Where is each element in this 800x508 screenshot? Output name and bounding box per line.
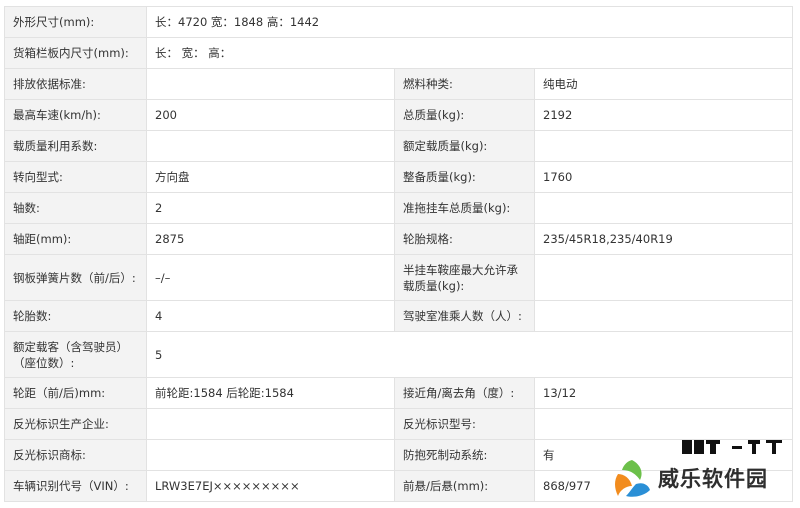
- spec-label: 车辆识别代号（VIN）:: [4, 470, 147, 502]
- spec-label: 轴距(mm):: [4, 223, 147, 255]
- spec-value: [146, 130, 395, 162]
- spec-value: 200: [146, 99, 395, 131]
- spec-value: –/–: [146, 254, 395, 301]
- watermark-text: 威乐软件园: [658, 466, 768, 491]
- spec-label: 轴数:: [4, 192, 147, 224]
- spec-value: 纯电动: [534, 68, 793, 100]
- spec-row: 轴数: 2 准拖挂车总质量(kg):: [4, 192, 793, 224]
- spec-value: 方向盘: [146, 161, 395, 193]
- spec-value: 2875: [146, 223, 395, 255]
- spec-value: [534, 192, 793, 224]
- spec-value: 长： 宽： 高：: [146, 37, 793, 69]
- spec-value: 235/45R18,235/40R19: [534, 223, 793, 255]
- spec-row: 外形尺寸(mm): 长：4720 宽：1848 高：1442: [4, 6, 793, 38]
- spec-label: 货箱栏板内尺寸(mm):: [4, 37, 147, 69]
- spec-value: 2192: [534, 99, 793, 131]
- spec-row: 最高车速(km/h): 200 总质量(kg): 2192: [4, 99, 793, 131]
- spec-label: 反光标识生产企业:: [4, 408, 147, 440]
- spec-label: 最高车速(km/h):: [4, 99, 147, 131]
- spec-value: [146, 439, 395, 471]
- spec-value: 2: [146, 192, 395, 224]
- spec-row: 载质量利用系数: 额定载质量(kg):: [4, 130, 793, 162]
- spec-label: 转向型式:: [4, 161, 147, 193]
- spec-row: 钢板弹簧片数（前/后）: –/– 半挂车鞍座最大允许承载质量(kg):: [4, 254, 793, 301]
- spec-label: 整备质量(kg):: [394, 161, 535, 193]
- spec-value: 1760: [534, 161, 793, 193]
- spec-label: 燃料种类:: [394, 68, 535, 100]
- spec-row: 反光标识生产企业: 反光标识型号:: [4, 408, 793, 440]
- spec-value: [146, 68, 395, 100]
- spec-label: 防抱死制动系统:: [394, 439, 535, 471]
- spec-value: [534, 254, 793, 301]
- spec-label: 排放依据标准:: [4, 68, 147, 100]
- spec-value: 前轮距:1584 后轮距:1584: [146, 377, 395, 409]
- spec-row: 货箱栏板内尺寸(mm): 长： 宽： 高：: [4, 37, 793, 69]
- spec-label: 额定载客（含驾驶员）（座位数）:: [4, 331, 147, 378]
- spec-label: 驾驶室准乘人数（人）:: [394, 300, 535, 332]
- spec-value: [534, 300, 793, 332]
- spec-label: 钢板弹簧片数（前/后）:: [4, 254, 147, 301]
- spec-label: 接近角/离去角（度）:: [394, 377, 535, 409]
- spec-row: 额定载客（含驾驶员）（座位数）: 5: [4, 331, 793, 378]
- spec-row: 轮距（前/后)mm: 前轮距:1584 后轮距:1584 接近角/离去角（度）:…: [4, 377, 793, 409]
- spec-label: 反光标识型号:: [394, 408, 535, 440]
- spec-label: 外形尺寸(mm):: [4, 6, 147, 38]
- spec-label: 半挂车鞍座最大允许承载质量(kg):: [394, 254, 535, 301]
- spec-value: [534, 130, 793, 162]
- spec-label: 轮胎规格:: [394, 223, 535, 255]
- spec-label: 轮胎数:: [4, 300, 147, 332]
- spec-row: 转向型式: 方向盘 整备质量(kg): 1760: [4, 161, 793, 193]
- spec-label: 准拖挂车总质量(kg):: [394, 192, 535, 224]
- leaf-swirl-logo-icon: [615, 460, 650, 497]
- spec-value: 长：4720 宽：1848 高：1442: [146, 6, 793, 38]
- spec-row: 轴距(mm): 2875 轮胎规格: 235/45R18,235/40R19: [4, 223, 793, 255]
- spec-value: [534, 408, 793, 440]
- spec-label: 轮距（前/后)mm:: [4, 377, 147, 409]
- spec-value: 5: [146, 331, 793, 378]
- spec-label: 前悬/后悬(mm):: [394, 470, 535, 502]
- spec-label: 总质量(kg):: [394, 99, 535, 131]
- spec-row: 排放依据标准: 燃料种类: 纯电动: [4, 68, 793, 100]
- spec-value: 4: [146, 300, 395, 332]
- vehicle-spec-table: 外形尺寸(mm): 长：4720 宽：1848 高：1442 货箱栏板内尺寸(m…: [4, 6, 793, 502]
- spec-value: LRW3E7EJ×××××××××: [146, 470, 395, 502]
- spec-label: 载质量利用系数:: [4, 130, 147, 162]
- spec-label: 额定载质量(kg):: [394, 130, 535, 162]
- spec-label: 反光标识商标:: [4, 439, 147, 471]
- spec-value: [146, 408, 395, 440]
- spec-row: 轮胎数: 4 驾驶室准乘人数（人）:: [4, 300, 793, 332]
- spec-value: 13/12: [534, 377, 793, 409]
- watermark: 威乐软件园: [610, 452, 800, 504]
